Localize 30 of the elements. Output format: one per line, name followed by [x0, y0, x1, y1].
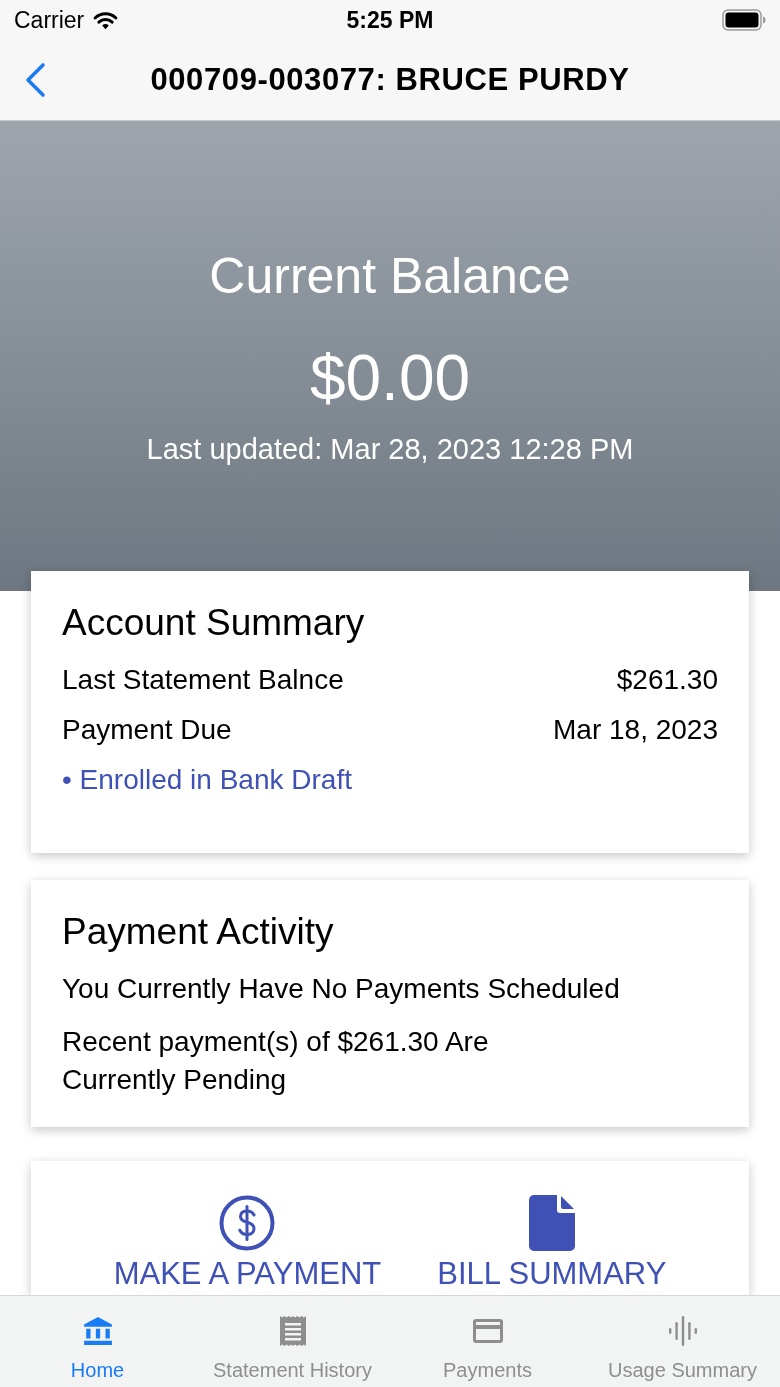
activity-text: Recent payment(s) of $261.30 Are Currently Pending: [62, 1025, 490, 1097]
battery-icon: [722, 9, 766, 31]
bank-draft-note: • Enrolled in Bank Draft: [62, 763, 353, 797]
card-title: Payment Activity: [62, 910, 335, 954]
tab-item[interactable]: Usage Summary: [585, 1296, 780, 1386]
card-title: Account Summary: [62, 601, 366, 645]
tab-item[interactable]: Statement History: [195, 1296, 390, 1386]
row-value: Mar 18, 2023: [553, 713, 718, 747]
status-time: 5:25 PM: [346, 6, 434, 34]
balance-amount: $0.00: [309, 341, 471, 416]
last-updated-text: Last updated: Mar 28, 2023 12:28 PM: [146, 432, 634, 466]
nav-title: 000709-003077: BRUCE PURDY: [149, 62, 631, 98]
row-value: $261.30: [616, 663, 718, 697]
back-chevron-icon: [24, 62, 46, 98]
dollar-circle-icon: [219, 1195, 276, 1251]
activity-text: You Currently Have No Payments Scheduled: [62, 972, 621, 1006]
bank-icon: [82, 1316, 113, 1346]
tab-item[interactable]: Payments: [390, 1296, 585, 1386]
receipt-icon: [279, 1316, 306, 1346]
document-icon: [528, 1195, 575, 1251]
wifi-icon: [93, 10, 119, 30]
balance-title: Current Balance: [209, 247, 571, 306]
bill-summary-button[interactable]: BILL SUMMARY: [437, 1195, 667, 1291]
row-label: Last Statement Balnce: [62, 663, 344, 697]
row-label: Payment Due: [62, 713, 232, 747]
carrier-name: Carrier: [14, 6, 85, 34]
tab-item[interactable]: Home: [0, 1296, 195, 1386]
credit-card-icon: [472, 1319, 503, 1343]
waveform-icon: [668, 1316, 697, 1346]
make-payment-button[interactable]: MAKE A PAYMENT: [113, 1195, 382, 1291]
